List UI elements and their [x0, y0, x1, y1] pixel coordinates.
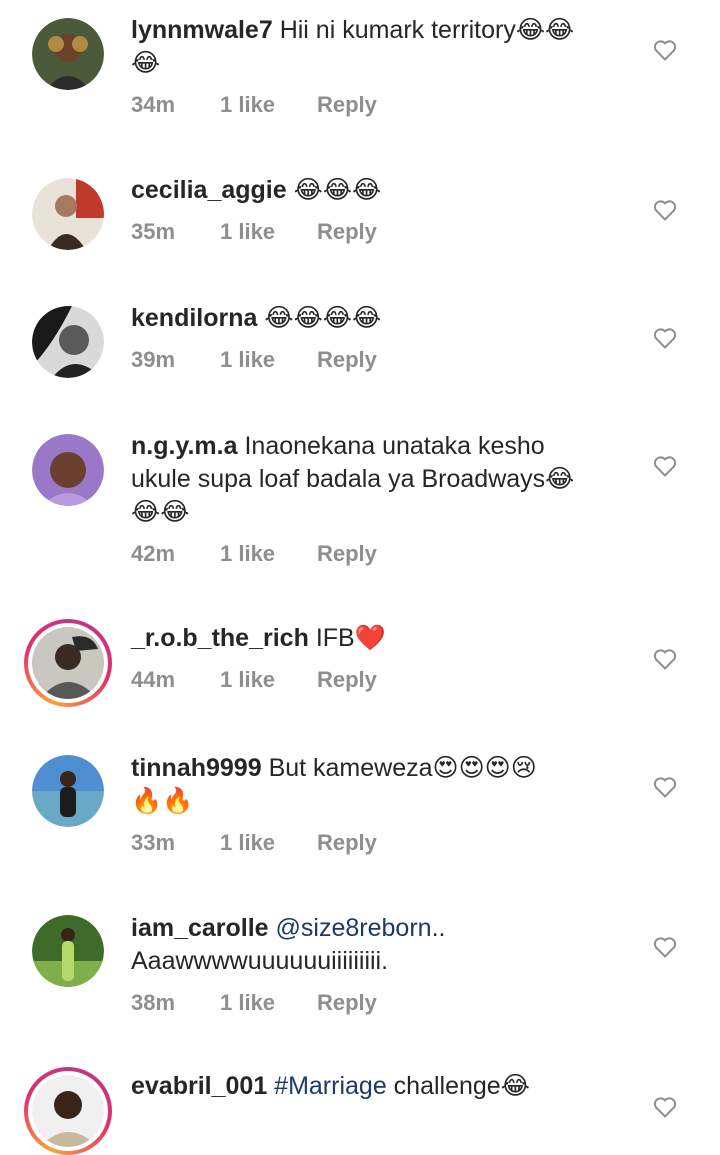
- username[interactable]: _r.o.b_the_rich: [131, 624, 309, 652]
- like-count[interactable]: 1 like: [220, 667, 275, 693]
- timestamp: 39m: [131, 347, 176, 372]
- timestamp: 35m: [131, 219, 176, 244]
- reply-button[interactable]: Reply: [317, 667, 377, 693]
- comment-text: Inaonekana unataka kesho: [244, 432, 545, 460]
- comment-text: 😂😂: [131, 498, 190, 526]
- comment-text: 😂😂😂😂: [264, 304, 382, 332]
- avatar-story-ring[interactable]: [24, 1067, 112, 1155]
- comment-meta: 35m 1 like Reply: [131, 219, 631, 249]
- comment-text: Hii ni kumark territory😂😂: [279, 16, 575, 44]
- heart-outline-icon[interactable]: [653, 1096, 677, 1118]
- avatar[interactable]: [32, 18, 104, 90]
- comment-text: 🔥🔥: [131, 787, 194, 815]
- comment-body: kendilorna 😂😂😂😂 39m 1 like Reply: [131, 302, 631, 377]
- comment-meta: 39m 1 like Reply: [131, 347, 631, 377]
- timestamp: 38m: [131, 990, 176, 1015]
- reply-button[interactable]: Reply: [317, 990, 377, 1016]
- comment-text: challenge😂: [386, 1072, 530, 1100]
- username[interactable]: n.g.y.m.a: [131, 432, 238, 460]
- comment-text: 😂😂😂: [293, 176, 382, 204]
- comment-body: tinnah9999 But kameweza😍😍😍😢 🔥🔥 33m 1 lik…: [131, 752, 631, 860]
- reply-button[interactable]: Reply: [317, 541, 377, 567]
- timestamp: 42m: [131, 541, 176, 566]
- heart-outline-icon[interactable]: [653, 39, 677, 61]
- avatar[interactable]: [32, 915, 104, 987]
- avatar[interactable]: [32, 178, 104, 250]
- comment-meta: 34m 1 like Reply: [131, 92, 631, 122]
- username[interactable]: cecilia_aggie: [131, 176, 287, 204]
- hashtag-link[interactable]: #Marriage: [274, 1072, 387, 1100]
- avatar[interactable]: [32, 434, 104, 506]
- reply-button[interactable]: Reply: [317, 347, 377, 373]
- comment-text: Aaawwwwuuuuuuiiiiiiiii.: [131, 947, 389, 975]
- comment-text: ukule supa loaf badala ya Broadways😂: [131, 465, 575, 493]
- like-count[interactable]: 1 like: [220, 92, 275, 118]
- heart-outline-icon[interactable]: [653, 648, 677, 670]
- comment-body: evabril_001 #Marriage challenge😂: [131, 1070, 631, 1103]
- comment-text: IFB❤️: [315, 624, 386, 652]
- heart-outline-icon[interactable]: [653, 327, 677, 349]
- avatar-story-ring[interactable]: [24, 619, 112, 707]
- reply-button[interactable]: Reply: [317, 92, 377, 118]
- like-count[interactable]: 1 like: [220, 347, 275, 373]
- like-count[interactable]: 1 like: [220, 990, 275, 1016]
- reply-button[interactable]: Reply: [317, 830, 377, 856]
- timestamp: 33m: [131, 830, 176, 855]
- like-count[interactable]: 1 like: [220, 219, 275, 245]
- username[interactable]: evabril_001: [131, 1072, 267, 1100]
- username[interactable]: lynnmwale7: [131, 16, 273, 44]
- comment-text: But kameweza😍😍😍😢: [268, 754, 537, 782]
- comment-body: cecilia_aggie 😂😂😂 35m 1 like Reply: [131, 174, 631, 249]
- comment-body: iam_carolle @size8reborn.. Aaawwwwuuuuuu…: [131, 912, 631, 1020]
- username[interactable]: tinnah9999: [131, 754, 262, 782]
- username[interactable]: kendilorna: [131, 304, 257, 332]
- avatar[interactable]: [32, 755, 104, 827]
- comment-meta: 44m 1 like Reply: [131, 667, 631, 697]
- heart-outline-icon[interactable]: [653, 936, 677, 958]
- avatar[interactable]: [32, 306, 104, 378]
- username[interactable]: iam_carolle: [131, 914, 269, 942]
- reply-button[interactable]: Reply: [317, 219, 377, 245]
- comment-meta: 42m 1 like Reply: [131, 541, 631, 571]
- like-count[interactable]: 1 like: [220, 541, 275, 567]
- comment-body: n.g.y.m.a Inaonekana unataka kesho ukule…: [131, 430, 631, 571]
- heart-outline-icon[interactable]: [653, 776, 677, 798]
- comment-text: 😂: [131, 49, 161, 77]
- comment-meta: 38m 1 like Reply: [131, 990, 631, 1020]
- comment-body: _r.o.b_the_rich IFB❤️ 44m 1 like Reply: [131, 622, 631, 697]
- timestamp: 44m: [131, 667, 176, 692]
- heart-outline-icon[interactable]: [653, 199, 677, 221]
- comment-meta: 33m 1 like Reply: [131, 830, 631, 860]
- timestamp: 34m: [131, 92, 176, 117]
- heart-outline-icon[interactable]: [653, 455, 677, 477]
- like-count[interactable]: 1 like: [220, 830, 275, 856]
- mention-link[interactable]: @size8reborn: [276, 914, 432, 942]
- comment-body: lynnmwale7 Hii ni kumark territory😂😂 😂 3…: [131, 14, 631, 122]
- comment-text: ..: [431, 914, 446, 942]
